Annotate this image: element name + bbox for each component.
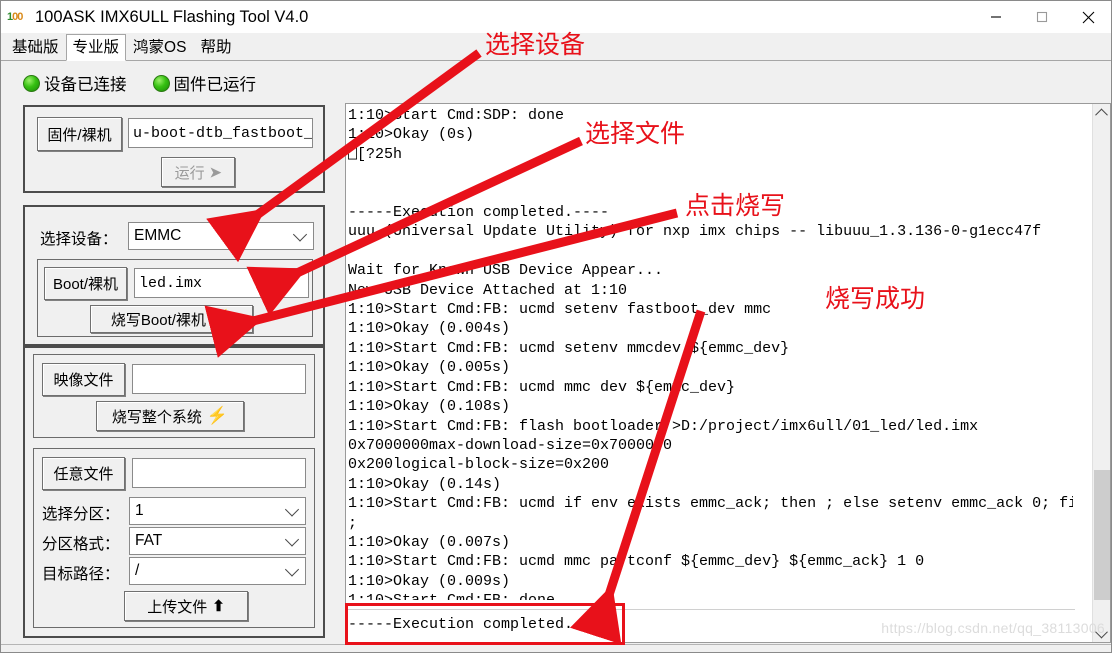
console-divider [347, 609, 1075, 610]
maximize-icon[interactable] [1019, 1, 1065, 33]
scrollbar-thumb[interactable] [1094, 470, 1110, 600]
firmware-run-label: 运行 [174, 164, 205, 182]
lightning-bolt-icon: ⚡ [210, 309, 233, 328]
minimize-icon[interactable] [973, 1, 1019, 33]
app-logo-icon: 100 [7, 11, 23, 23]
firmware-run-button[interactable]: 运行 ➤ [161, 157, 235, 187]
green-led-icon [23, 74, 40, 92]
application-window: 100 100ASK IMX6ULL Flashing Tool V4.0 基础… [0, 0, 1112, 653]
device-select-label: 选择设备： [40, 231, 118, 248]
burn-boot-button[interactable]: 烧写Boot/裸机 ⚡ [90, 305, 253, 333]
status-firmware-running: 固件已运行 [152, 71, 257, 95]
close-icon[interactable] [1065, 1, 1111, 33]
console-log-text: 1:10>Start Cmd:SDP: done 1:10>Okay (0s) … [348, 107, 1073, 600]
watermark-text: https://blog.csdn.net/qq_38113006 [881, 620, 1105, 636]
status-device-connected: 设备已连接 [23, 71, 127, 95]
tab-professional[interactable]: 专业版 [65, 34, 127, 61]
firmware-browse-button[interactable]: 固件/裸机 [37, 117, 122, 151]
burn-boot-label: 烧写Boot/裸机 [110, 311, 206, 329]
run-arrow-icon: ➤ [209, 163, 222, 180]
tab-help[interactable]: 帮助 [193, 34, 239, 60]
window-title: 100ASK IMX6ULL Flashing Tool V4.0 [35, 7, 309, 26]
console-output-panel[interactable]: 1:10>Start Cmd:SDP: done 1:10>Okay (0s) … [345, 103, 1111, 643]
chevron-up-icon [1095, 108, 1108, 121]
panel-boot-inner: Boot/裸机 led.imx 烧写Boot/裸机 ⚡ [37, 259, 313, 337]
window-controls [973, 1, 1111, 33]
panel-left-container [23, 346, 325, 638]
tab-harmonyos[interactable]: 鸿蒙OS [126, 34, 194, 60]
chevron-down-icon [292, 227, 308, 242]
scroll-up-button[interactable] [1093, 104, 1110, 122]
boot-file-input[interactable]: led.imx [134, 268, 309, 298]
status-bar [1, 644, 1111, 652]
device-select-dropdown[interactable]: EMMC [128, 222, 314, 250]
tab-basic[interactable]: 基础版 [5, 34, 66, 60]
panel-firmware: 固件/裸机 u-boot-dtb_fastboot_ 运行 ➤ [23, 105, 325, 193]
status-firmware-running-label: 固件已运行 [173, 76, 257, 94]
tab-strip: 基础版 专业版 鸿蒙OS 帮助 [1, 33, 1111, 61]
status-row: 设备已连接 固件已运行 [23, 71, 256, 95]
console-vertical-scrollbar[interactable] [1092, 104, 1110, 642]
title-bar: 100 100ASK IMX6ULL Flashing Tool V4.0 [1, 1, 1111, 33]
status-device-connected-label: 设备已连接 [44, 76, 127, 94]
green-led-icon [152, 74, 170, 92]
firmware-file-input[interactable]: u-boot-dtb_fastboot_ [128, 118, 313, 148]
device-select-value: EMMC [134, 227, 182, 244]
panel-boot: 选择设备： EMMC Boot/裸机 led.imx 烧写Boot/裸机 ⚡ [23, 205, 325, 346]
boot-browse-button[interactable]: Boot/裸机 [44, 267, 127, 300]
